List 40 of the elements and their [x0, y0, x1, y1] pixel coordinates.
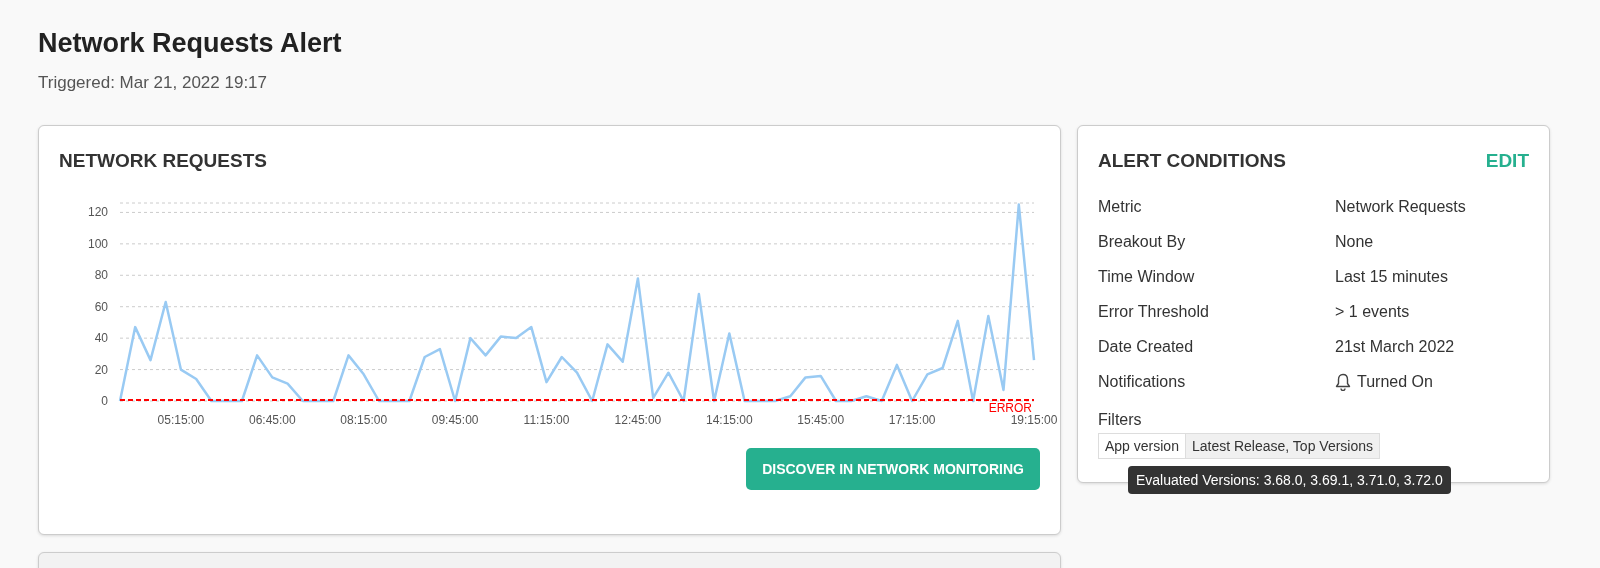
threshold-label: ERROR [988, 401, 1032, 415]
y-tick-label: 120 [87, 205, 108, 220]
y-tick-label: 80 [94, 268, 108, 283]
y-tick-label: 20 [94, 362, 108, 377]
condition-label: Date Created [1098, 338, 1195, 356]
x-tick-label: 12:45:00 [614, 413, 662, 427]
condition-label: Error Threshold [1098, 303, 1210, 321]
x-tick-label: 11:15:00 [523, 413, 570, 427]
condition-value: Last 15 minutes [1335, 268, 1448, 286]
condition-value: None [1335, 233, 1374, 251]
tooltip: Evaluated Versions: 3.68.0, 3.69.1, 3.71.0, 3.72.0 [1128, 466, 1451, 494]
y-tick-label: 60 [94, 299, 108, 314]
condition-label: Metric [1098, 198, 1143, 216]
bell-icon [1335, 373, 1351, 391]
x-tick-label: 17:15:00 [888, 413, 936, 427]
condition-value: Network Requests [1335, 198, 1466, 216]
card-title: ALERT CONDITIONS [1098, 150, 1286, 172]
condition-label: Notifications [1098, 373, 1187, 391]
x-tick-label: 19:15:00 [1010, 413, 1058, 427]
x-tick-label: 06:45:00 [248, 413, 296, 427]
x-tick-label: 05:15:00 [157, 413, 205, 427]
x-tick-label: 09:45:00 [431, 413, 479, 427]
page-title: Network Requests Alert [38, 28, 343, 59]
condition-value: 21st March 2022 [1335, 338, 1455, 356]
condition-label: Breakout By [1098, 233, 1187, 251]
x-tick-label: 15:45:00 [797, 413, 845, 427]
triggered-time: Triggered: Mar 21, 2022 19:17 [38, 73, 268, 93]
x-tick-label: 14:15:00 [705, 413, 753, 427]
x-tick-label: 08:15:00 [340, 413, 388, 427]
condition-value: > 1 events [1335, 303, 1410, 321]
edit-link[interactable]: EDIT [1485, 150, 1529, 172]
y-tick-label: 0 [101, 394, 108, 408]
discover-button[interactable]: DISCOVER IN NETWORK MONITORING [746, 448, 1040, 490]
condition-value: Turned On [1357, 373, 1433, 391]
filters-label: Filters [1098, 411, 1143, 429]
condition-label: Time Window [1098, 268, 1196, 286]
card-title: NETWORK REQUESTS [59, 150, 268, 172]
y-tick-label: 40 [94, 331, 108, 346]
filter-value: Latest Release, Top Versions [1185, 434, 1379, 458]
y-tick-label: 100 [87, 236, 108, 251]
